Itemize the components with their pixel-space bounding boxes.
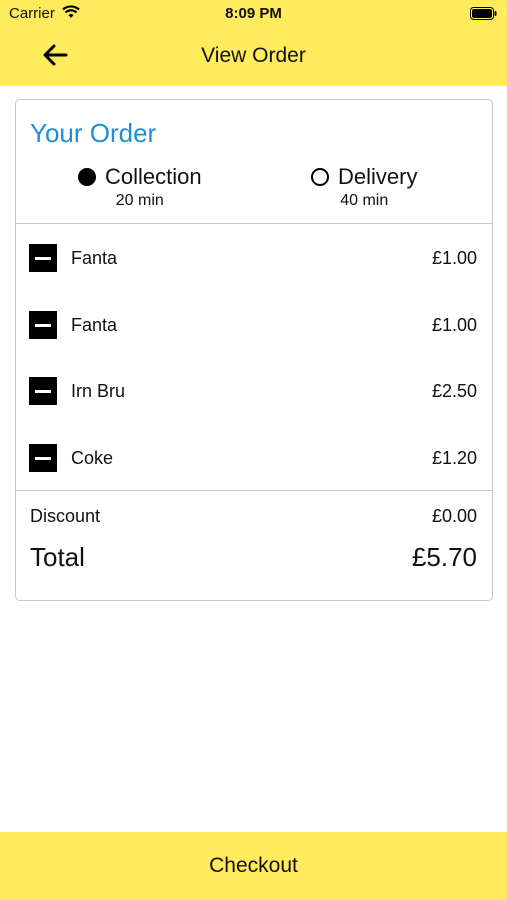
item-name: Fanta [71, 248, 118, 268]
delivery-label: Delivery [338, 164, 418, 189]
item-price: £1.20 [431, 448, 477, 468]
list-item: Coke £1.20 [16, 441, 492, 481]
delivery-option[interactable]: Delivery 40 min [311, 164, 417, 210]
order-title: Your Order [30, 118, 157, 148]
collection-time: 20 min [115, 192, 164, 209]
collection-label: Collection [105, 164, 202, 189]
checkout-button[interactable]: Checkout [0, 832, 507, 900]
remove-item-button[interactable] [29, 244, 57, 272]
item-name: Irn Bru [71, 381, 126, 401]
divider [16, 490, 492, 491]
delivery-time: 40 min [340, 192, 389, 209]
header-area: Carrier 8:09 PM View Order [0, 0, 507, 86]
battery-icon [470, 7, 497, 20]
item-name: Coke [71, 448, 114, 468]
radio-unselected-icon[interactable] [311, 168, 329, 186]
item-price: £1.00 [431, 315, 477, 335]
item-name: Fanta [71, 315, 118, 335]
list-item: Fanta £1.00 [16, 308, 492, 348]
collection-option[interactable]: Collection 20 min [78, 164, 202, 210]
total-label: Total [30, 542, 85, 572]
nav-bar: View Order [0, 28, 507, 86]
status-time: 8:09 PM [225, 5, 282, 22]
order-card: Your Order Collection 20 min Delivery 40… [15, 99, 493, 601]
item-price: £1.00 [431, 248, 477, 268]
status-bar: Carrier 8:09 PM [0, 0, 507, 28]
discount-value: £0.00 [431, 506, 477, 526]
item-price: £2.50 [431, 381, 477, 401]
discount-label: Discount [30, 506, 101, 526]
remove-item-button[interactable] [29, 377, 57, 405]
divider [16, 223, 492, 224]
page-title: View Order [201, 44, 306, 67]
list-item: Fanta £1.00 [16, 241, 492, 281]
total-value: £5.70 [411, 542, 477, 572]
radio-selected-icon[interactable] [78, 168, 96, 186]
remove-item-button[interactable] [29, 311, 57, 339]
list-item: Irn Bru £2.50 [16, 374, 492, 414]
remove-item-button[interactable] [29, 444, 57, 472]
